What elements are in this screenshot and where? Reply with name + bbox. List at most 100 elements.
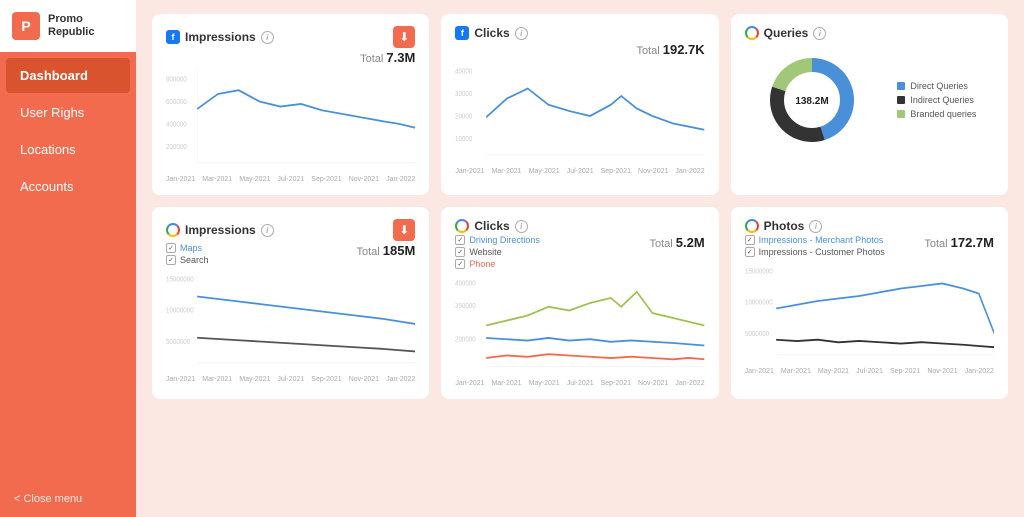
download-button[interactable]: ⬇: [393, 219, 415, 241]
info-icon[interactable]: i: [515, 220, 528, 233]
legend-item-search: ✓ Search: [166, 255, 209, 265]
logo-area: P PromoRepublic: [0, 0, 136, 52]
total-row: Total 5.2M: [649, 235, 704, 250]
card-title-row: Queries i: [745, 26, 827, 40]
card-g-queries: Queries i 138.2M: [731, 14, 1008, 195]
legend-label-driving: Driving Directions: [469, 235, 540, 245]
legend-label-indirect: Indirect Queries: [910, 95, 974, 105]
svg-text:30000: 30000: [455, 91, 472, 99]
legend-color-indirect: [897, 96, 905, 104]
legend-label-search: Search: [180, 255, 209, 265]
svg-text:5000000: 5000000: [166, 339, 190, 347]
legend: ✓ Driving Directions ✓ Website ✓ Phone: [455, 235, 540, 269]
card-title-row: f Clicks i: [455, 26, 527, 40]
legend-item-phone: ✓ Phone: [455, 259, 540, 269]
close-menu-button[interactable]: < Close menu: [0, 481, 136, 517]
card-header: f Impressions i ⬇: [166, 26, 415, 48]
legend-label-customer: Impressions - Customer Photos: [759, 247, 885, 257]
google-icon: [455, 219, 469, 233]
logo-text: PromoRepublic: [48, 13, 94, 39]
legend-label-direct: Direct Queries: [910, 81, 968, 91]
legend-check-driving[interactable]: ✓: [455, 235, 465, 245]
card-title-row: Photos i: [745, 219, 823, 233]
card-title: Photos: [764, 219, 805, 233]
card-fb-clicks: f Clicks i Total 192.7K 40000 30000 2000…: [441, 14, 718, 195]
facebook-icon: f: [166, 30, 180, 44]
svg-text:200000: 200000: [166, 144, 187, 152]
download-button[interactable]: ⬇: [393, 26, 415, 48]
svg-text:400000: 400000: [166, 121, 187, 129]
sidebar-nav: Dashboard User Righs Locations Accounts: [0, 52, 136, 481]
total-value: 172.7M: [951, 235, 994, 250]
legend-item-website: ✓ Website: [455, 247, 540, 257]
card-title: Impressions: [185, 30, 256, 44]
legend-check-customer[interactable]: ✓: [745, 247, 755, 257]
cards-grid: f Impressions i ⬇ Total 7.3M 800000 6000…: [152, 14, 1008, 399]
card-title: Queries: [764, 26, 809, 40]
card-header: Photos i: [745, 219, 994, 233]
info-icon[interactable]: i: [813, 27, 826, 40]
donut-legend: Direct Queries Indirect Queries Branded …: [897, 81, 976, 119]
card-header: Impressions i ⬇: [166, 219, 415, 241]
sidebar-item-locations[interactable]: Locations: [6, 132, 130, 167]
svg-text:5000000: 5000000: [745, 331, 769, 339]
sidebar-item-accounts[interactable]: Accounts: [6, 169, 130, 204]
multi-line-chart: 400000 350000 200000: [455, 273, 704, 373]
card-title-row: f Impressions i: [166, 30, 274, 44]
multi-line-chart: 15000000 10000000 5000000: [166, 269, 415, 369]
card-title: Clicks: [474, 219, 509, 233]
legend-item-direct: Direct Queries: [897, 81, 976, 91]
info-icon[interactable]: i: [809, 220, 822, 233]
donut-container: 138.2M Direct Queries Indirect Queries B…: [745, 42, 994, 158]
total-value: 5.2M: [676, 235, 705, 250]
card-fb-impressions: f Impressions i ⬇ Total 7.3M 800000 6000…: [152, 14, 429, 195]
svg-text:10000: 10000: [455, 136, 472, 144]
legend-item-indirect: Indirect Queries: [897, 95, 976, 105]
google-icon: [745, 26, 759, 40]
x-labels: Jan-2021 Mar-2021 May-2021 Jul-2021 Sep-…: [455, 380, 704, 387]
x-labels: Jan-2021 Mar-2021 May-2021 Jul-2021 Sep-…: [745, 368, 994, 375]
sidebar-item-dashboard[interactable]: Dashboard: [6, 58, 130, 93]
logo-icon: P: [12, 12, 40, 40]
svg-text:15000000: 15000000: [745, 268, 773, 276]
legend: ✓ Maps ✓ Search: [166, 243, 209, 265]
info-icon[interactable]: i: [261, 224, 274, 237]
svg-text:600000: 600000: [166, 99, 187, 107]
donut-chart: 138.2M: [762, 50, 862, 150]
total-row: Total 7.3M: [166, 50, 415, 65]
svg-text:400000: 400000: [455, 280, 476, 288]
info-icon[interactable]: i: [261, 31, 274, 44]
legend-item-merchant: ✓ Impressions - Merchant Photos: [745, 235, 885, 245]
info-icon[interactable]: i: [515, 27, 528, 40]
sidebar-item-user-righs[interactable]: User Righs: [6, 95, 130, 130]
svg-text:40000: 40000: [455, 68, 472, 76]
svg-text:800000: 800000: [166, 76, 187, 84]
x-labels: Jan-2021 Mar-2021 May-2021 Jul-2021 Sep-…: [166, 376, 415, 383]
legend-item-maps: ✓ Maps: [166, 243, 209, 253]
legend-check-merchant[interactable]: ✓: [745, 235, 755, 245]
svg-text:138.2M: 138.2M: [796, 96, 829, 107]
svg-text:15000000: 15000000: [166, 276, 194, 284]
svg-text:20000: 20000: [455, 113, 472, 121]
legend-color-branded: [897, 110, 905, 118]
card-header: f Clicks i: [455, 26, 704, 40]
line-chart: 800000 600000 400000 200000: [166, 69, 415, 169]
card-title-row: Clicks i: [455, 219, 527, 233]
x-labels: Jan-2021 Mar-2021 May-2021 Jul-2021 Sep-…: [455, 168, 704, 175]
legend-label-phone: Phone: [469, 259, 495, 269]
legend-check-maps[interactable]: ✓: [166, 243, 176, 253]
legend-color-direct: [897, 82, 905, 90]
facebook-icon: f: [455, 26, 469, 40]
legend-check-search[interactable]: ✓: [166, 255, 176, 265]
legend-label-website: Website: [469, 247, 501, 257]
total-row: Total 192.7K: [455, 42, 704, 57]
card-g-photos: Photos i ✓ Impressions - Merchant Photos…: [731, 207, 1008, 399]
legend-item-branded: Branded queries: [897, 109, 976, 119]
legend-check-website[interactable]: ✓: [455, 247, 465, 257]
card-g-clicks: Clicks i ✓ Driving Directions ✓ Website …: [441, 207, 718, 399]
line-chart: 40000 30000 20000 10000: [455, 61, 704, 161]
svg-text:10000000: 10000000: [745, 299, 773, 307]
legend-check-phone[interactable]: ✓: [455, 259, 465, 269]
total-row: Total 185M: [357, 243, 416, 258]
total-value: 7.3M: [386, 50, 415, 65]
